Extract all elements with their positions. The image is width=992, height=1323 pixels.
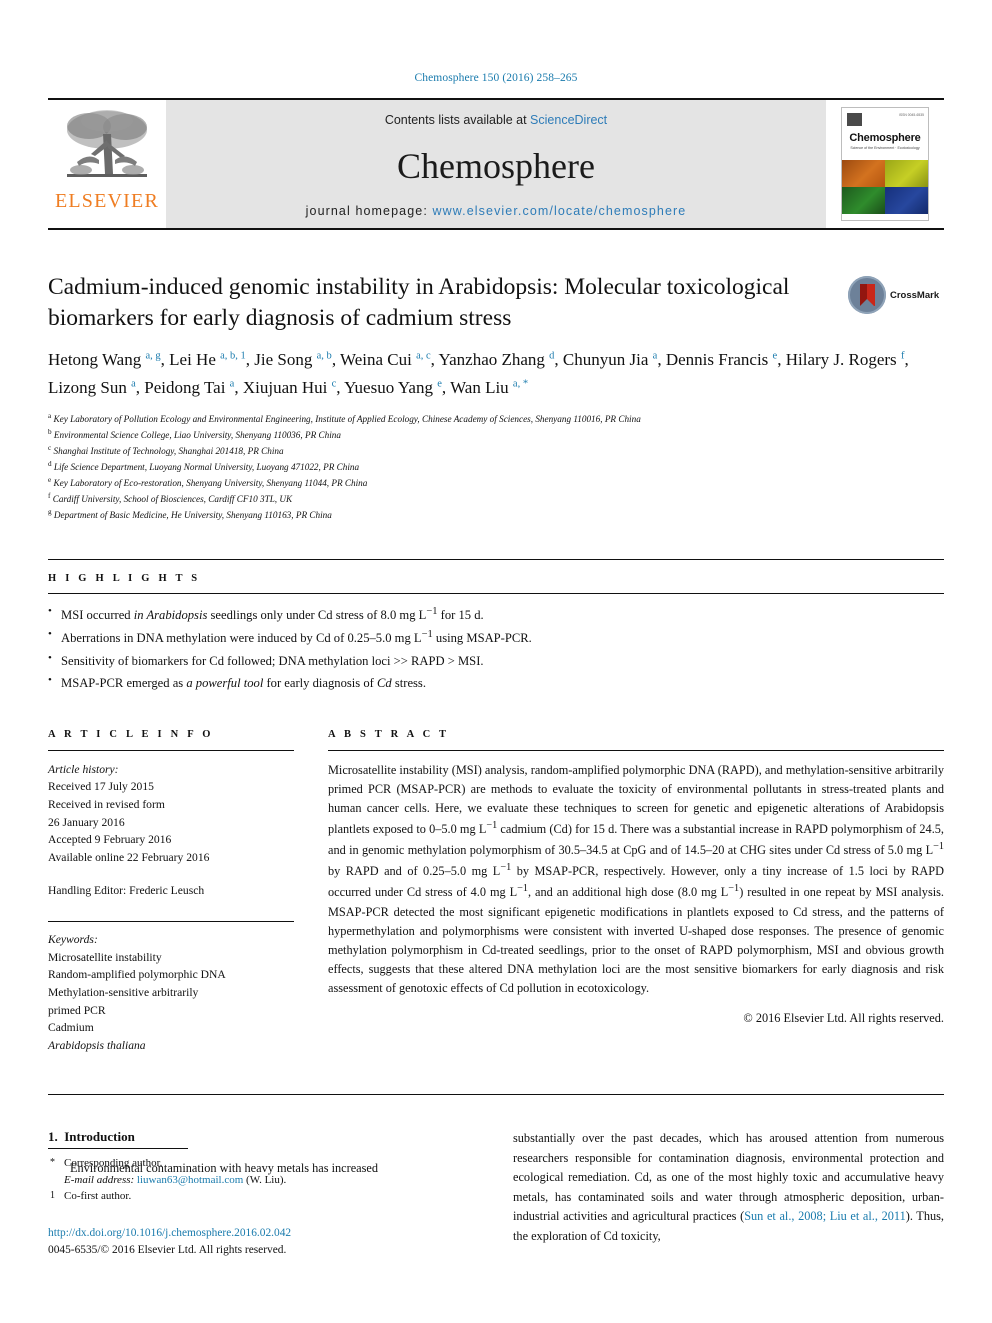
journal-masthead: ELSEVIER Contents lists available at Sci…: [48, 98, 944, 230]
contents-available-line: Contents lists available at ScienceDirec…: [385, 113, 607, 127]
highlight-item: Sensitivity of biomarkers for Cd followe…: [48, 649, 944, 672]
corresponding-author-mark: *: [50, 1157, 55, 1168]
cover-quadrant-yellow: [885, 160, 928, 187]
journal-homepage-line: journal homepage: www.elsevier.com/locat…: [306, 204, 687, 218]
highlight-item: MSI occurred in Arabidopsis seedlings on…: [48, 602, 944, 627]
author-list: Hetong Wang a, g, Lei He a, b, 1, Jie So…: [48, 350, 909, 397]
cover-elsevier-icon: [847, 113, 862, 126]
highlights-section: H I G H L I G H T S MSI occurred in Arab…: [48, 558, 944, 695]
title-row: Cadmium-induced genomic instability in A…: [48, 272, 944, 334]
doi-block: http://dx.doi.org/10.1016/j.chemosphere.…: [48, 1225, 478, 1259]
footnote-rule: [48, 1148, 188, 1149]
email-label: E-mail address:: [64, 1173, 135, 1186]
cover-title: Chemosphere: [849, 132, 921, 144]
keyword-item: Cadmium: [48, 1021, 94, 1035]
abstract-text: Microsatellite instability (MSI) analysi…: [328, 762, 945, 995]
info-abstract-row: A R T I C L E I N F O Article history: R…: [48, 729, 944, 1055]
affiliation-item: g Department of Basic Medicine, He Unive…: [48, 507, 332, 520]
affiliation-item: e Key Laboratory of Eco-restoration, She…: [48, 475, 368, 489]
abstract-column: A B S T R A C T Microsatellite instabili…: [328, 729, 944, 1055]
body-column-right: substantially over the past decades, whi…: [513, 1129, 944, 1246]
article-history-block: Article history: Received 17 July 2015 R…: [48, 761, 294, 899]
cofirst-author-mark: 1: [50, 1190, 55, 1201]
cofirst-author-text: Co-first author.: [64, 1190, 132, 1202]
email-owner: (W. Liu).: [246, 1173, 287, 1186]
affiliation-item: c Shanghai Institute of Technology, Shan…: [48, 444, 284, 457]
affiliation-item: f Cardiff University, School of Bioscien…: [48, 491, 293, 504]
history-line: 26 January 2016: [48, 815, 125, 829]
sciencedirect-link[interactable]: ScienceDirect: [530, 113, 607, 127]
highlights-list: MSI occurred in Arabidopsis seedlings on…: [48, 602, 944, 695]
handling-editor: Handling Editor: Frederic Leusch: [48, 883, 205, 897]
issn-copyright-line: 0045-6535/© 2016 Elsevier Ltd. All right…: [48, 1243, 287, 1256]
affiliation-item: b Environmental Science College, Liao Un…: [48, 428, 341, 441]
affiliation-item: a Key Laboratory of Pollution Ecology an…: [48, 412, 641, 425]
highlights-heading: H I G H L I G H T S: [48, 572, 201, 584]
highlight-item: MSAP-PCR emerged as a powerful tool for …: [48, 671, 944, 694]
copyright-line: © 2016 Elsevier Ltd. All rights reserved…: [743, 1010, 944, 1025]
crossmark-icon: [848, 276, 886, 314]
keyword-item: Microsatellite instability: [48, 950, 162, 964]
page-title: Cadmium-induced genomic instability in A…: [48, 274, 790, 332]
article-history-label: Article history:: [48, 762, 119, 776]
journal-cover-thumbnail: ISSN 0045-6535 Chemosphere Science of th…: [826, 100, 944, 228]
homepage-link[interactable]: www.elsevier.com/locate/chemosphere: [432, 204, 686, 218]
highlight-item: Aberrations in DNA methylation were indu…: [48, 625, 944, 650]
journal-banner: Contents lists available at ScienceDirec…: [166, 100, 826, 228]
doi-link[interactable]: http://dx.doi.org/10.1016/j.chemosphere.…: [48, 1225, 478, 1242]
section-title-text: Introduction: [64, 1129, 135, 1145]
crossmark-label: CrossMark: [890, 289, 940, 301]
cover-bottom-strip: [842, 214, 928, 220]
keyword-item-italic: Arabidopsis thaliana: [48, 1038, 146, 1052]
affiliation-list: a Key Laboratory of Pollution Ecology an…: [48, 411, 944, 523]
elsevier-tree-icon: [67, 110, 147, 177]
homepage-prefix: journal homepage:: [305, 204, 433, 218]
email-note: E-mail address: liuwan63@hotmail.com (W.…: [48, 1172, 478, 1189]
cofirst-author-note: 1 Co-first author.: [48, 1188, 478, 1205]
keyword-item: Methylation-sensitive arbitrarily: [48, 985, 199, 999]
cover-subtitle: Science of the Environment · Ecotoxicolo…: [850, 146, 920, 150]
article-info-column: A R T I C L E I N F O Article history: R…: [48, 729, 294, 1055]
article-info-heading: A R T I C L E I N F O: [48, 728, 214, 740]
journal-title: Chemosphere: [397, 145, 595, 186]
elsevier-logo: ELSEVIER: [48, 100, 166, 228]
footnote-block: * Corresponding author. E-mail address: l…: [48, 1148, 478, 1259]
abstract-heading: A B S T R A C T: [328, 728, 450, 740]
crossmark-badge-group[interactable]: CrossMark: [848, 272, 944, 314]
contents-prefix: Contents lists available at: [384, 113, 531, 127]
cover-issn: ISSN 0045-6535: [898, 113, 924, 117]
body-separator-rule: [48, 1094, 944, 1096]
cover-quadrant-blue: [885, 187, 928, 214]
history-line: Received 17 July 2015: [48, 780, 154, 794]
keyword-item: primed PCR: [48, 1003, 106, 1017]
affiliation-item: d Life Science Department, Luoyang Norma…: [48, 460, 360, 473]
email-link[interactable]: liuwan63@hotmail.com: [137, 1174, 243, 1186]
cover-quadrant-orange: [842, 160, 885, 187]
history-line: Available online 22 February 2016: [48, 850, 210, 864]
running-head: Chemosphere 150 (2016) 258–265: [414, 72, 578, 84]
corresponding-author-text: Corresponding author.: [64, 1157, 163, 1169]
cover-quadrant-green: [842, 187, 885, 214]
keyword-item: Random-amplified polymorphic DNA: [48, 968, 226, 982]
history-line: Received in revised form: [48, 798, 165, 812]
elsevier-wordmark: ELSEVIER: [54, 190, 160, 212]
section-heading-introduction: 1. Introduction: [48, 1129, 479, 1145]
corresponding-author-note: * Corresponding author.: [48, 1155, 478, 1172]
keywords-label: Keywords:: [48, 933, 98, 947]
history-line: Accepted 9 February 2016: [48, 833, 172, 847]
intro-paragraph-right: substantially over the past decades, whi…: [513, 1131, 944, 1243]
cover-photo-grid: [842, 160, 928, 214]
keywords-block: Keywords: Microsatellite instability Ran…: [48, 921, 294, 1054]
article-first-page: Chemosphere 150 (2016) 258–265 ELSEVIER …: [0, 0, 992, 1323]
section-number: 1.: [48, 1129, 58, 1145]
